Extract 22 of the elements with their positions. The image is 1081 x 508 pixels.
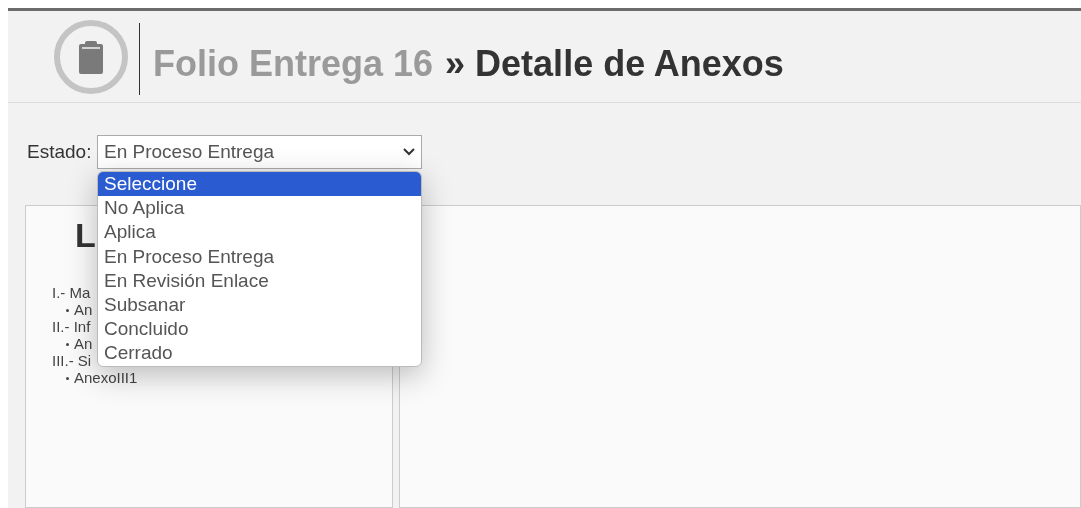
- panel-title: L: [75, 216, 96, 254]
- dropdown-option[interactable]: Cerrado: [98, 341, 421, 366]
- dropdown-option[interactable]: En Proceso Entrega: [98, 244, 421, 269]
- tree-item[interactable]: An: [74, 335, 93, 352]
- breadcrumb-separator: »: [445, 41, 466, 86]
- estado-label: Estado:: [27, 139, 93, 164]
- dropdown-option[interactable]: Aplica: [98, 220, 421, 245]
- folio-title: Folio Entrega 16: [153, 41, 434, 86]
- dropdown-option[interactable]: No Aplica: [98, 196, 421, 221]
- bullet-icon: [66, 309, 69, 312]
- dropdown-option[interactable]: Subsanar: [98, 292, 421, 318]
- dropdown-option[interactable]: Seleccione: [98, 172, 421, 197]
- tree-item[interactable]: AnexoIII1: [74, 369, 138, 386]
- dropdown-option[interactable]: En Revisión Enlace: [98, 268, 421, 293]
- tree-item[interactable]: An: [74, 301, 93, 318]
- clipboard-icon: [54, 19, 128, 94]
- estado-select[interactable]: En Proceso Entrega: [97, 135, 422, 169]
- bullet-icon: [66, 377, 69, 380]
- bullet-icon: [66, 343, 69, 346]
- dropdown-option[interactable]: Concluido: [98, 317, 421, 342]
- chevron-down-icon: [403, 148, 415, 156]
- page-title: Detalle de Anexos: [475, 41, 784, 86]
